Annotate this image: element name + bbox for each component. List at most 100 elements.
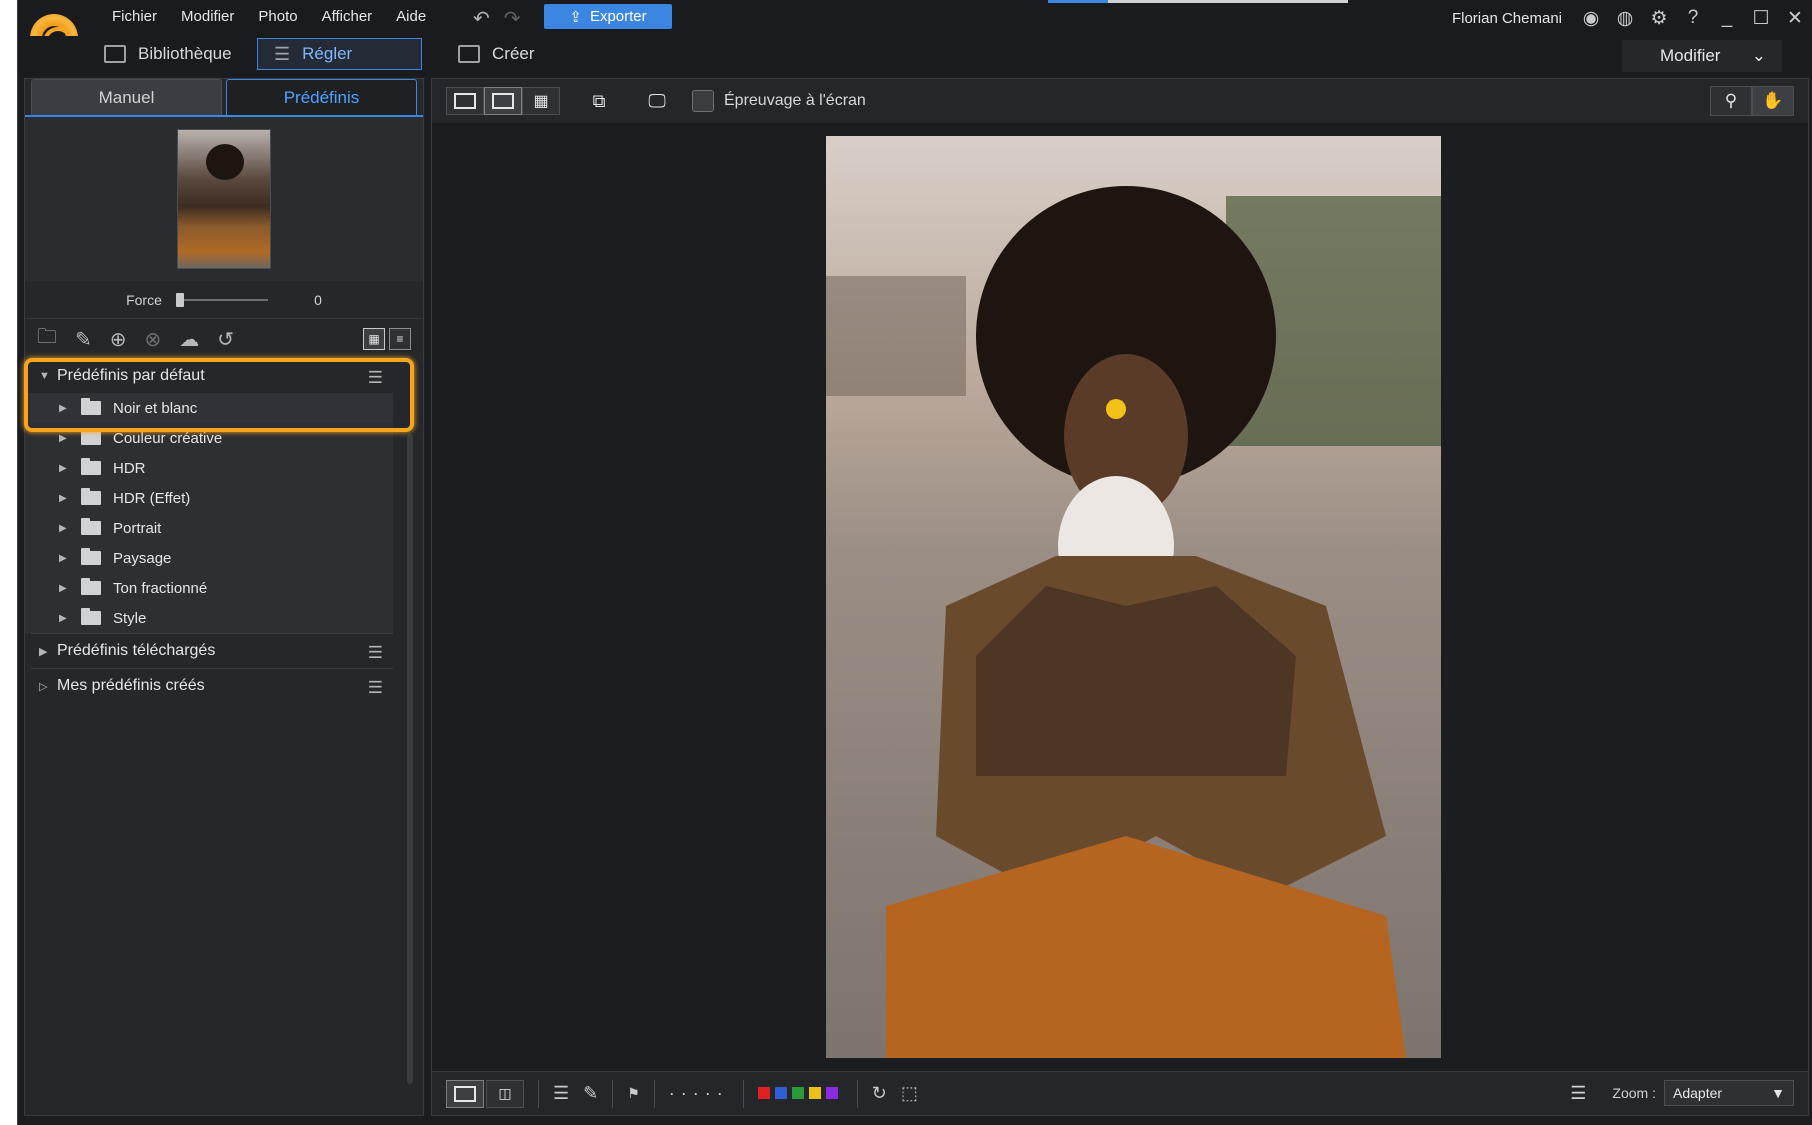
- item-label: Couleur créative: [113, 429, 223, 447]
- tab-manual[interactable]: Manuel: [31, 79, 222, 115]
- tab-presets[interactable]: Prédéfinis: [226, 79, 417, 115]
- zoom-tools: ⚲ ✋: [1710, 86, 1794, 116]
- group-mine[interactable]: ▷ Mes prédéfinis créés ☰: [25, 669, 393, 703]
- color-label-purple[interactable]: [825, 1087, 838, 1099]
- undo-redo-group: ↶ ↷: [473, 6, 521, 31]
- user-name[interactable]: Florian Chemani: [1452, 10, 1562, 27]
- zoom-select[interactable]: Adapter ▼: [1664, 1080, 1794, 1106]
- gear-icon[interactable]: ⚙: [1642, 7, 1676, 30]
- color-label-red[interactable]: [757, 1087, 770, 1099]
- help-icon[interactable]: ?: [1676, 7, 1710, 29]
- photo-canvas[interactable]: [826, 136, 1441, 1058]
- list-item[interactable]: ▶ Style: [25, 603, 393, 633]
- group-menu-icon[interactable]: ☰: [368, 643, 383, 663]
- soft-proof: Épreuvage à l'écran: [692, 90, 866, 112]
- cloud-icon[interactable]: ☁: [179, 327, 199, 352]
- list-item[interactable]: ▶ Ton fractionné: [25, 573, 393, 603]
- item-label: Ton fractionné: [113, 579, 208, 597]
- force-slider-handle[interactable]: [175, 292, 184, 307]
- compare-icon[interactable]: ⧉: [580, 87, 618, 115]
- list-view-icon[interactable]: ≡: [389, 328, 411, 350]
- split-view-icon[interactable]: ◫: [486, 1079, 524, 1108]
- view-single-icon[interactable]: [446, 87, 484, 115]
- preset-toolbar: 🗀 ✎ ⊕ ⊗ ☁ ↺ ▦ ≡: [25, 321, 423, 357]
- menu-photo[interactable]: Photo: [246, 8, 309, 25]
- menu-afficher[interactable]: Afficher: [310, 8, 385, 25]
- group-downloaded[interactable]: ▶ Prédéfinis téléchargés ☰: [25, 634, 393, 668]
- bell-icon[interactable]: ◍: [1608, 7, 1642, 30]
- preview-area: [25, 117, 423, 281]
- preset-scrollbar[interactable]: [407, 434, 413, 1084]
- hand-icon[interactable]: ✋: [1752, 86, 1794, 116]
- soft-proof-checkbox[interactable]: [692, 90, 714, 112]
- close-icon[interactable]: ✕: [1778, 7, 1812, 30]
- search-icon[interactable]: ⚲: [1710, 86, 1752, 116]
- color-label-blue[interactable]: [774, 1087, 787, 1099]
- mode-library[interactable]: Bibliothèque: [88, 38, 248, 70]
- left-panel: Manuel Prédéfinis Force 0 🗀 ✎ ⊕ ⊗ ☁ ↺ ▦: [24, 78, 424, 1116]
- export-preset-icon[interactable]: ⊗: [145, 327, 162, 352]
- frame-icon: [454, 93, 476, 109]
- menu-modifier[interactable]: Modifier: [169, 8, 246, 25]
- group-menu-icon[interactable]: ☰: [368, 678, 383, 698]
- caret-right-icon: ▶: [59, 492, 67, 504]
- sort-icon[interactable]: ☰: [1570, 1083, 1586, 1104]
- force-control: Force 0: [25, 281, 423, 319]
- caret-right-icon: ▶: [59, 612, 67, 624]
- color-label-yellow[interactable]: [808, 1087, 821, 1099]
- folder-icon: [81, 518, 101, 535]
- mode-adjust-label: Régler: [302, 44, 353, 63]
- caret-right-icon: ▶: [59, 432, 67, 444]
- caret-right-icon: ▶: [59, 462, 67, 474]
- maximize-icon[interactable]: ☐: [1744, 7, 1778, 30]
- divider: [538, 1079, 539, 1108]
- modify-dropdown[interactable]: Modifier ⌄: [1622, 40, 1782, 72]
- list-item[interactable]: ▶ Portrait: [25, 513, 393, 543]
- reset-icon[interactable]: ↺: [217, 327, 234, 352]
- new-preset-icon[interactable]: ✎: [75, 327, 92, 352]
- caret-right-icon: ▷: [39, 680, 48, 693]
- flag-icon[interactable]: ⚑: [627, 1085, 640, 1102]
- user-icon[interactable]: ◉: [1574, 7, 1608, 30]
- mode-create-label: Créer: [492, 44, 535, 63]
- monitor-icon[interactable]: 🖵: [638, 87, 676, 115]
- menu-aide[interactable]: Aide: [384, 8, 438, 25]
- list-item[interactable]: ▶ HDR: [25, 453, 393, 483]
- menu-fichier[interactable]: Fichier: [100, 8, 169, 25]
- minimize-icon[interactable]: _: [1710, 7, 1744, 29]
- divider: [742, 1079, 744, 1108]
- view-grid-icon[interactable]: ▦: [522, 87, 560, 115]
- single-view-icon[interactable]: [446, 1079, 484, 1108]
- export-button[interactable]: ⇪ Exporter: [544, 4, 672, 29]
- view-photo-icon[interactable]: [484, 87, 522, 115]
- list-item[interactable]: ▶ Paysage: [25, 543, 393, 573]
- modify-label: Modifier: [1660, 46, 1721, 65]
- grid-view-icon[interactable]: ▦: [363, 328, 385, 350]
- upload-icon: ⇪: [569, 8, 582, 26]
- rotate-icon[interactable]: ↻: [872, 1083, 887, 1104]
- force-slider[interactable]: [175, 292, 268, 307]
- mode-bar: Bibliothèque ☰ Régler Créer Modifier ⌄: [18, 36, 1812, 76]
- chevron-down-icon: ⌄: [1751, 46, 1766, 65]
- color-labels: [757, 1083, 843, 1104]
- frame-icon: [454, 1085, 476, 1102]
- mode-create[interactable]: Créer: [442, 38, 551, 70]
- new-folder-icon[interactable]: 🗀: [37, 322, 57, 356]
- top-strip: [1108, 0, 1348, 3]
- pen-icon[interactable]: ✎: [583, 1083, 598, 1104]
- info-icon[interactable]: ☰: [553, 1083, 569, 1104]
- bottom-toolbar: ◫ ☰ ✎ ⚑ ····· ↻ ⬚ ☰ Zoom : Adapter ▼: [432, 1071, 1808, 1115]
- redo-icon[interactable]: ↷: [504, 6, 521, 31]
- mode-adjust[interactable]: ☰ Régler: [257, 38, 422, 70]
- list-item[interactable]: ▶ HDR (Effet): [25, 483, 393, 513]
- caret-right-icon: ▶: [59, 522, 67, 534]
- undo-icon[interactable]: ↶: [473, 6, 490, 31]
- crop-icon[interactable]: ⬚: [901, 1083, 918, 1104]
- rating-dots[interactable]: ·····: [669, 1083, 729, 1104]
- folder-icon: [81, 608, 101, 625]
- color-label-green[interactable]: [791, 1087, 804, 1099]
- item-label: Paysage: [113, 549, 172, 567]
- import-preset-icon[interactable]: ⊕: [110, 327, 127, 352]
- main-view: ▦ ⧉ 🖵 Épreuvage à l'écran ⚲ ✋ ◫ ☰ ✎ ⚑ ··…: [431, 78, 1809, 1116]
- user-area: Florian Chemani ◉ ◍ ⚙ ? _ ☐ ✕: [1452, 4, 1812, 32]
